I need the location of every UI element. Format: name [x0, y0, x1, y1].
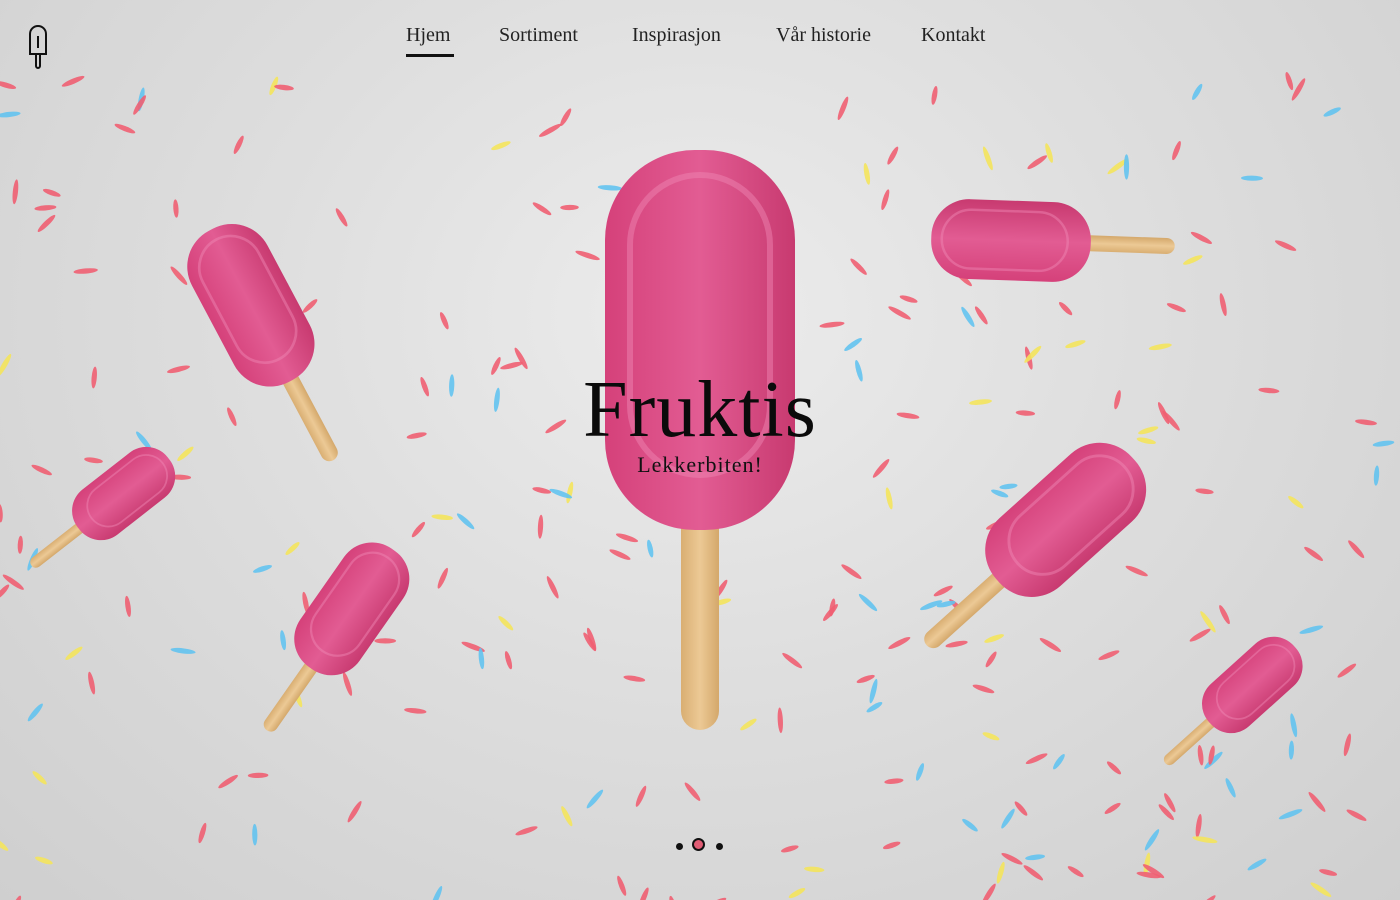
hero-subtitle: Lekkerbiten!: [637, 452, 763, 477]
slider-dot-active[interactable]: [692, 838, 705, 851]
nav-item-var-historie[interactable]: Vår historie: [776, 24, 871, 47]
nav-item-sortiment[interactable]: Sortiment: [499, 24, 578, 47]
nav-item-inspirasjon[interactable]: Inspirasjon: [632, 24, 721, 47]
slider-pagination: [670, 836, 730, 856]
nav-item-hjem[interactable]: Hjem: [406, 24, 455, 57]
slider-dot[interactable]: [716, 843, 723, 850]
slider-dot[interactable]: [676, 843, 683, 850]
main-navigation: Hjem Sortiment Inspirasjon Vår historie …: [0, 22, 1400, 62]
nav-item-kontakt[interactable]: Kontakt: [921, 24, 985, 47]
popsicle-image: [1163, 636, 1303, 766]
hero-title: Fruktis: [583, 366, 817, 454]
popsicle-image: [931, 199, 1175, 282]
